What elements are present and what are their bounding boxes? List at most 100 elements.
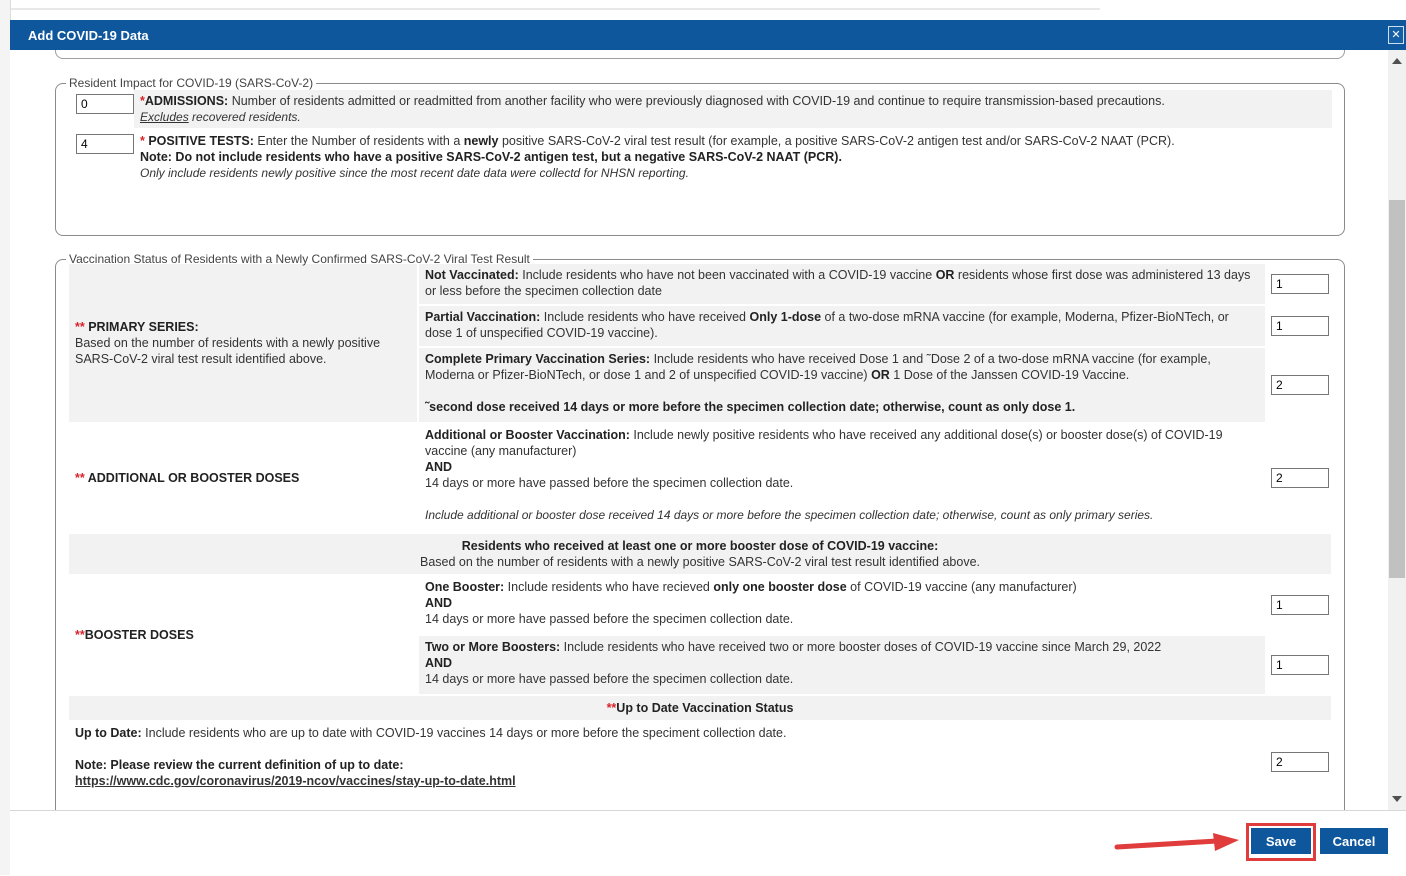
booster-header-title: Residents who received at least one or m…	[461, 539, 939, 553]
additional-italic-note: Include additional or booster dose recei…	[425, 508, 1154, 522]
primary-series-title: PRIMARY SERIES:	[84, 320, 199, 334]
booster-header-cell: Residents who received at least one or m…	[69, 534, 1331, 574]
admissions-label: ADMISSIONS:	[144, 94, 229, 108]
only-include-note: Only include residents newly positive si…	[140, 166, 689, 180]
not-vaccinated-label: Not Vaccinated:	[425, 268, 519, 282]
admissions-input-cell	[72, 90, 134, 128]
up-to-date-input[interactable]	[1271, 752, 1329, 772]
complete-primary-label: Complete Primary Vaccination Series:	[425, 352, 651, 366]
one-booster-input-cell	[1267, 576, 1331, 634]
excludes-rest: recovered residents.	[188, 110, 301, 124]
required-stars: **	[75, 628, 85, 642]
positive-tests-input-cell	[72, 130, 134, 184]
up-to-date-description: Up to Date: Include residents who are up…	[69, 722, 1265, 802]
vaccination-status-group: Vaccination Status of Residents with a N…	[55, 252, 1345, 810]
one-booster-text: Include residents who have recieved	[504, 580, 714, 594]
complete-primary-description: Complete Primary Vaccination Series: Inc…	[419, 348, 1265, 422]
up-to-date-link[interactable]: https://www.cdc.gov/coronavirus/2019-nco…	[75, 774, 516, 788]
only-one-dose-text: Only 1-dose	[749, 310, 822, 324]
resident-impact-group: Resident Impact for COVID-19 (SARS-CoV-2…	[55, 76, 1345, 236]
top-divider	[0, 8, 1100, 10]
previous-section-box	[55, 50, 1345, 59]
two-boosters-label: Two or More Boosters:	[425, 640, 561, 654]
complete-primary-input[interactable]	[1271, 375, 1329, 395]
partial-vaccination-input[interactable]	[1271, 316, 1329, 336]
partial-text: Include residents who have received	[540, 310, 750, 324]
dialog-title: Add COVID-19 Data	[28, 28, 149, 43]
save-button[interactable]: Save	[1251, 828, 1311, 854]
one-booster-input[interactable]	[1271, 595, 1329, 615]
additional-booster-label: Additional or Booster Vaccination:	[425, 428, 630, 442]
days-text: 14 days or more have passed before the s…	[425, 612, 794, 626]
admissions-description: *ADMISSIONS: Number of residents admitte…	[134, 90, 1332, 128]
two-boosters-description: Two or More Boosters: Include residents …	[419, 636, 1265, 694]
dialog-footer: Save Cancel	[10, 810, 1406, 876]
cancel-button[interactable]: Cancel	[1320, 828, 1388, 854]
one-booster-row: **BOOSTER DOSES One Booster: Include res…	[69, 576, 1331, 694]
required-stars: **	[75, 471, 85, 485]
additional-booster-input[interactable]	[1271, 468, 1329, 488]
positive-tests-description: * POSITIVE TESTS: Enter the Number of re…	[134, 130, 1332, 184]
not-vaccinated-description: Not Vaccinated: Include residents who ha…	[419, 264, 1265, 304]
up-to-date-note: Note: Please review the current definiti…	[75, 758, 404, 772]
close-icon[interactable]: ✕	[1388, 26, 1404, 44]
excludes-text: Excludes	[140, 110, 189, 124]
not-vaccinated-input-cell	[1267, 264, 1331, 304]
dialog-titlebar: Add COVID-19 Data ✕	[10, 20, 1406, 50]
additional-booster-title: ADDITIONAL OR BOOSTER DOSES	[84, 471, 300, 485]
booster-doses-title: BOOSTER DOSES	[84, 628, 194, 642]
or-text: OR	[871, 368, 890, 382]
and-text: AND	[425, 596, 453, 610]
partial-vaccination-description: Partial Vaccination: Include residents w…	[419, 306, 1265, 346]
and-text: AND	[425, 656, 453, 670]
not-vaccinated-text: Include residents who have not been vacc…	[518, 268, 936, 282]
scrollbar-thumb[interactable]	[1389, 200, 1405, 578]
primary-series-desc: Based on the number of residents with a …	[75, 336, 381, 366]
only-one-booster-text: only one booster dose	[713, 580, 847, 594]
booster-header-row: Residents who received at least one or m…	[69, 534, 1331, 574]
up-to-date-header-cell: **Up to Date Vaccination Status	[69, 696, 1331, 720]
additional-booster-input-cell	[1267, 424, 1331, 532]
or-text: OR	[935, 268, 955, 282]
positive-tests-text: Enter the Number of residents with a	[253, 134, 464, 148]
partial-vaccination-label: Partial Vaccination:	[425, 310, 541, 324]
additional-booster-description: Additional or Booster Vaccination: Inclu…	[419, 424, 1265, 532]
positive-tests-row: * POSITIVE TESTS: Enter the Number of re…	[72, 130, 1332, 184]
vertical-scrollbar[interactable]	[1388, 50, 1406, 810]
resident-impact-table: *ADMISSIONS: Number of residents admitte…	[70, 88, 1334, 186]
admissions-row: *ADMISSIONS: Number of residents admitte…	[72, 90, 1332, 128]
positive-tests-label: POSITIVE TESTS:	[144, 134, 254, 148]
not-vaccinated-input[interactable]	[1271, 274, 1329, 294]
one-booster-description: One Booster: Include residents who have …	[419, 576, 1265, 634]
one-booster-label: One Booster:	[425, 580, 505, 594]
up-to-date-text: Include residents who are up to date wit…	[141, 726, 787, 740]
admissions-text: Number of residents admitted or readmitt…	[228, 94, 1165, 108]
newly-text: newly	[463, 134, 499, 148]
one-booster-text-2: of COVID-19 vaccine (any manufacturer)	[846, 580, 1077, 594]
admissions-input[interactable]	[76, 94, 134, 114]
add-covid-data-dialog: Add COVID-19 Data ✕ Resident Impact for …	[10, 20, 1406, 876]
red-arrow-icon	[1114, 833, 1239, 851]
additional-booster-row: ** ADDITIONAL OR BOOSTER DOSES Additiona…	[69, 424, 1331, 532]
additional-booster-cell: ** ADDITIONAL OR BOOSTER DOSES	[69, 424, 417, 532]
page-top-band	[0, 0, 1406, 20]
scroll-down-arrow-icon[interactable]	[1392, 796, 1402, 802]
days-text: 14 days or more have passed before the s…	[425, 476, 794, 490]
up-to-date-input-cell	[1267, 722, 1331, 802]
positive-tests-text-after: positive SARS-CoV-2 viral test result (f…	[498, 134, 1175, 148]
resident-impact-legend: Resident Impact for COVID-19 (SARS-CoV-2…	[69, 76, 314, 90]
positive-tests-note: Note: Do not include residents who have …	[140, 150, 842, 164]
up-to-date-header-title: Up to Date Vaccination Status	[616, 701, 794, 715]
up-to-date-label: Up to Date:	[75, 726, 142, 740]
two-boosters-input-cell	[1267, 636, 1331, 694]
scroll-up-arrow-icon[interactable]	[1392, 58, 1402, 64]
up-to-date-row: Up to Date: Include residents who are up…	[69, 722, 1331, 802]
two-boosters-input[interactable]	[1271, 655, 1329, 675]
complete-footnote: ˜second dose received 14 days or more be…	[425, 400, 1076, 414]
and-text: AND	[425, 460, 453, 474]
vaccination-status-legend: Vaccination Status of Residents with a N…	[69, 252, 530, 266]
complete-primary-input-cell	[1267, 348, 1331, 422]
positive-tests-input[interactable]	[76, 134, 134, 154]
two-boosters-text: Include residents who have received two …	[560, 640, 1162, 654]
primary-series-cell: ** PRIMARY SERIES: Based on the number o…	[69, 264, 417, 422]
